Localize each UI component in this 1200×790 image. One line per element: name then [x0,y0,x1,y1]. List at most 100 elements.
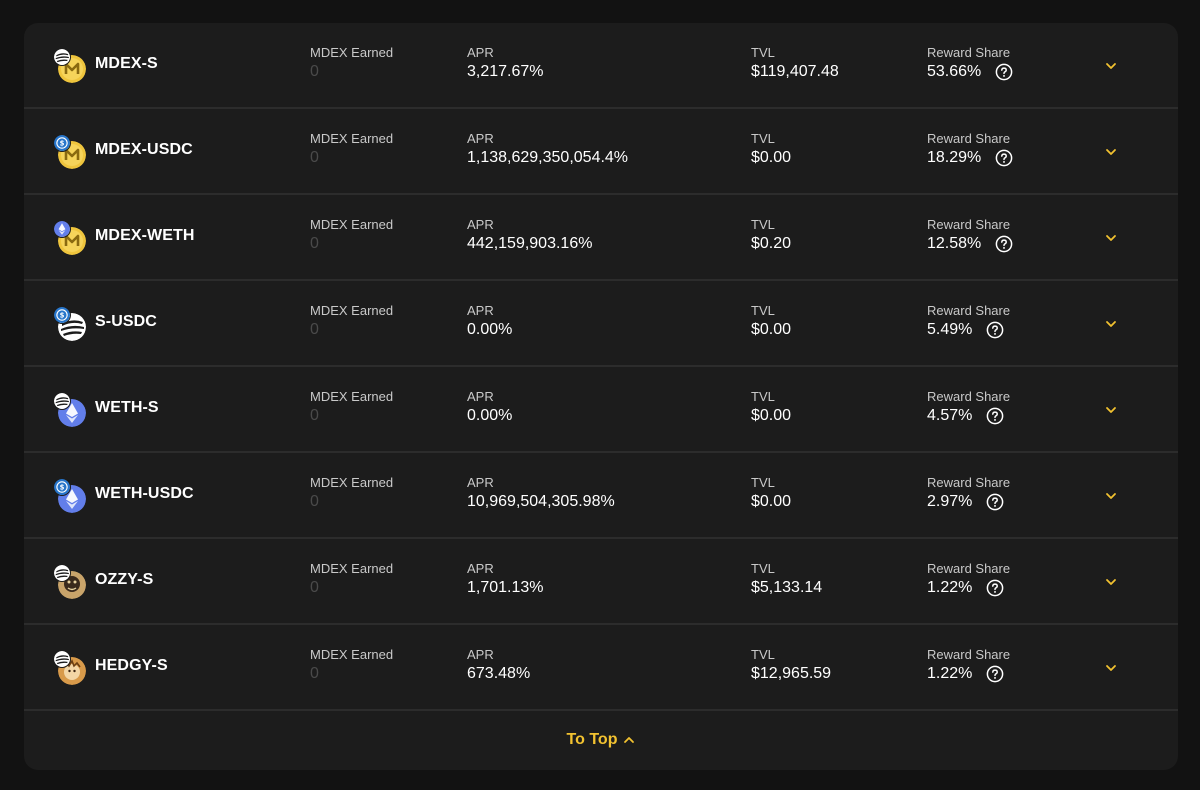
token-pair-icons [54,219,92,257]
earned-value: 0 [310,665,319,682]
reward-share-column: Reward Share 12.58% [927,217,1013,254]
question-circle-icon[interactable] [986,493,1004,511]
farm-row[interactable]: HEDGY-S MDEX Earned 0 APR 673.48% TVL $1… [24,625,1178,711]
farm-row[interactable]: MDEX-S MDEX Earned 0 APR 3,217.67% TVL $… [24,23,1178,109]
apr-column: APR 442,159,903.16% [467,217,592,254]
usdc-token-icon: $ [54,307,70,323]
pair-name: MDEX-S [95,55,158,72]
tvl-label: TVL [751,131,775,146]
farm-row[interactable]: $ S-USDC MDEX Earned 0 APR 0.00% TVL $0.… [24,281,1178,367]
token-pair-icons [54,563,92,601]
reward-share-value-wrap: 4.57% [927,406,1010,426]
question-circle-icon[interactable] [986,665,1004,683]
farms-panel: MDEX-S MDEX Earned 0 APR 3,217.67% TVL $… [24,23,1178,770]
apr-column: APR 673.48% [467,647,530,684]
tvl-value: $0.00 [751,321,792,338]
token-pair-icons [54,649,92,687]
to-top-label: To Top [566,731,618,748]
tvl-label: TVL [751,561,775,576]
chevron-down-icon[interactable] [1104,661,1118,675]
pair-name: MDEX-WETH [95,227,195,244]
earned-column: MDEX Earned 0 [310,303,393,340]
chevron-down-icon[interactable] [1104,145,1118,159]
reward-share-value-wrap: 2.97% [927,492,1010,512]
chevron-down-icon[interactable] [1104,231,1118,245]
apr-value: 10,969,504,305.98% [467,493,615,510]
chevron-down-icon[interactable] [1104,403,1118,417]
apr-column: APR 0.00% [467,303,512,340]
farm-row[interactable]: MDEX-WETH MDEX Earned 0 APR 442,159,903.… [24,195,1178,281]
sonic-token-icon [54,651,70,667]
pair-name: OZZY-S [95,571,154,588]
earned-label: MDEX Earned [310,647,394,662]
usdc-token-icon: $ [54,479,70,495]
pair-name: WETH-USDC [95,485,194,502]
chevron-up-icon [623,734,635,746]
reward-share-value-wrap: 18.29% [927,148,1013,168]
token-pair-icons [54,47,92,85]
tvl-column: TVL $0.00 [751,389,791,426]
farm-row[interactable]: $ WETH-USDC MDEX Earned 0 APR 10,969,504… [24,453,1178,539]
reward-share-column: Reward Share 53.66% [927,45,1013,82]
apr-label: APR [467,303,494,318]
earned-label: MDEX Earned [310,475,394,490]
question-circle-icon[interactable] [986,407,1004,425]
reward-share-column: Reward Share 18.29% [927,131,1013,168]
reward-share-value-wrap: 12.58% [927,234,1013,254]
reward-share-value-wrap: 1.22% [927,578,1010,598]
earned-value: 0 [310,63,319,80]
apr-label: APR [467,45,494,60]
reward-share-label: Reward Share [927,389,1011,404]
apr-label: APR [467,131,494,146]
pair-name: MDEX-USDC [95,141,193,158]
chevron-down-icon[interactable] [1104,575,1118,589]
earned-label: MDEX Earned [310,131,394,146]
svg-text:$: $ [60,140,65,148]
question-circle-icon[interactable] [986,321,1004,339]
earned-label: MDEX Earned [310,389,394,404]
token-pair-icons: $ [54,477,92,515]
token-pair-icons: $ [54,305,92,343]
tvl-column: TVL $0.00 [751,131,791,168]
earned-label: MDEX Earned [310,217,394,232]
tvl-label: TVL [751,647,775,662]
reward-share-value: 12.58% [927,235,982,252]
apr-label: APR [467,561,494,576]
reward-share-value: 5.49% [927,321,973,338]
reward-share-value-wrap: 1.22% [927,664,1010,684]
pair-name: HEDGY-S [95,657,168,674]
chevron-down-icon[interactable] [1104,489,1118,503]
chevron-down-icon[interactable] [1104,317,1118,331]
earned-column: MDEX Earned 0 [310,475,393,512]
question-circle-icon[interactable] [995,149,1013,167]
reward-share-label: Reward Share [927,45,1011,60]
reward-share-value: 2.97% [927,493,973,510]
earned-value: 0 [310,149,319,166]
svg-text:$: $ [60,484,65,492]
apr-column: APR 1,701.13% [467,561,544,598]
chevron-down-icon[interactable] [1104,59,1118,73]
reward-share-label: Reward Share [927,561,1011,576]
reward-share-label: Reward Share [927,217,1011,232]
reward-share-value: 53.66% [927,63,982,80]
farm-row[interactable]: $ MDEX-USDC MDEX Earned 0 APR 1,138,629,… [24,109,1178,195]
question-circle-icon[interactable] [995,63,1013,81]
reward-share-value-wrap: 5.49% [927,320,1010,340]
tvl-value: $0.00 [751,407,792,424]
apr-label: APR [467,389,494,404]
tvl-column: TVL $0.20 [751,217,791,254]
earned-column: MDEX Earned 0 [310,45,393,82]
apr-label: APR [467,217,494,232]
question-circle-icon[interactable] [995,235,1013,253]
pair-name: WETH-S [95,399,159,416]
apr-column: APR 3,217.67% [467,45,544,82]
tvl-label: TVL [751,45,775,60]
farm-list: MDEX-S MDEX Earned 0 APR 3,217.67% TVL $… [24,23,1178,711]
to-top-button[interactable]: To Top [567,731,636,749]
svg-text:$: $ [60,312,65,320]
question-circle-icon[interactable] [986,579,1004,597]
earned-value: 0 [310,235,319,252]
tvl-value: $0.00 [751,149,792,166]
farm-row[interactable]: WETH-S MDEX Earned 0 APR 0.00% TVL $0.00… [24,367,1178,453]
farm-row[interactable]: OZZY-S MDEX Earned 0 APR 1,701.13% TVL $… [24,539,1178,625]
